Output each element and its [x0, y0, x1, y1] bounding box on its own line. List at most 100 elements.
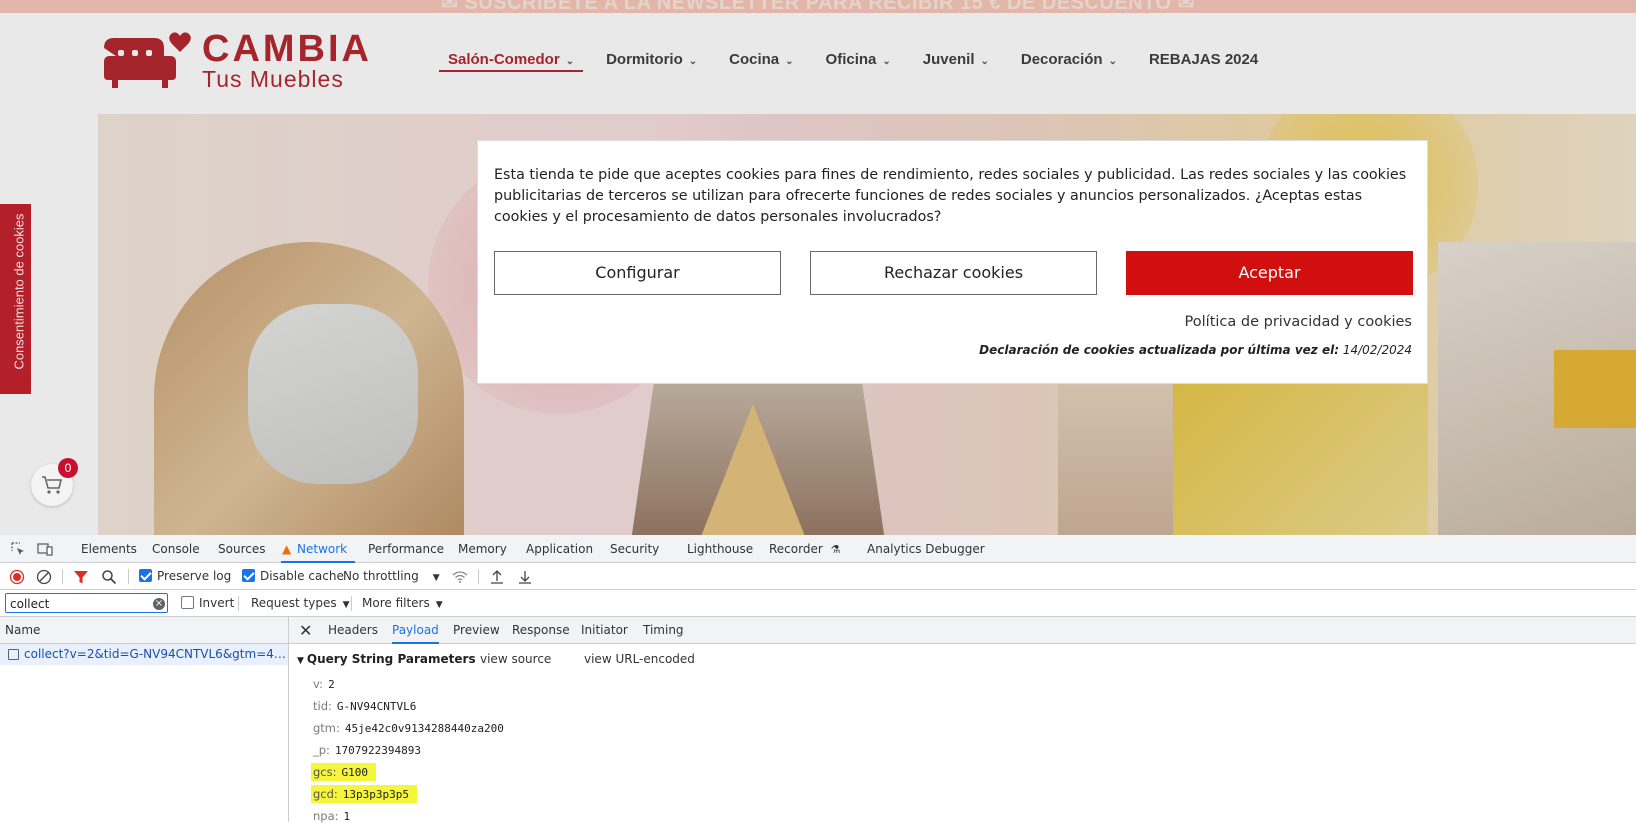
cookie-consent-modal: Esta tienda te pide que aceptes cookies …: [477, 140, 1428, 384]
toolbar-divider: [351, 596, 352, 611]
disable-cache-checkbox[interactable]: Disable cache: [242, 563, 344, 590]
param-key: tid:: [313, 699, 332, 713]
tab-payload[interactable]: Payload: [392, 617, 439, 644]
view-source-link[interactable]: view source: [480, 652, 551, 666]
network-conditions-icon[interactable]: [452, 569, 468, 585]
preserve-log-checkbox[interactable]: Preserve log: [139, 563, 231, 590]
dropdown-arrow-icon: ▼: [432, 573, 440, 583]
preserve-log-label: Preserve log: [157, 569, 232, 583]
devtools-tab-bar: Elements Console Sources ▲ Network Perfo…: [0, 535, 1636, 563]
import-har-icon[interactable]: [489, 569, 505, 585]
param-value: 2: [328, 678, 335, 691]
tab-elements[interactable]: Elements: [81, 535, 137, 563]
payload-param-p[interactable]: _p: 1707922394893: [313, 741, 421, 759]
search-icon[interactable]: [101, 569, 117, 585]
stop-recording-icon[interactable]: [9, 569, 25, 585]
payload-param-gcd[interactable]: gcd: 13p3p3p3p5: [311, 785, 418, 803]
toolbar-divider: [128, 569, 129, 584]
tab-initiator[interactable]: Initiator: [581, 617, 628, 644]
clear-filter-icon[interactable]: ×: [153, 598, 165, 610]
tab-security[interactable]: Security: [610, 535, 659, 563]
accept-cookies-button[interactable]: Aceptar: [1126, 251, 1413, 295]
tab-sources[interactable]: Sources: [218, 535, 265, 563]
tab-application[interactable]: Application: [526, 535, 593, 563]
checkbox-unchecked-icon: [181, 596, 194, 609]
view-url-encoded-link[interactable]: view URL-encoded: [584, 652, 695, 666]
filter-icon[interactable]: [73, 569, 89, 585]
inspect-element-icon[interactable]: [10, 541, 26, 557]
query-string-title: Query String Parameters: [306, 652, 476, 666]
website-viewport: ✉ SUSCRÍBETE A LA NEWSLETTER PARA RECIBI…: [0, 0, 1636, 535]
payload-param-gcs[interactable]: gcs: G100: [311, 763, 376, 781]
tab-network-label: Network: [297, 542, 348, 556]
network-filter-bar: × Invert Request types ▼ More filters ▼: [0, 590, 1636, 617]
payload-param-npa[interactable]: npa: 1: [313, 807, 350, 825]
privacy-policy-link[interactable]: Política de privacidad y cookies: [1185, 314, 1412, 330]
document-icon: [8, 649, 19, 660]
tab-headers[interactable]: Headers: [328, 617, 378, 644]
tab-timing[interactable]: Timing: [643, 617, 684, 644]
param-value: G100: [341, 766, 369, 779]
toolbar-divider: [62, 569, 63, 584]
device-toggle-icon[interactable]: [37, 541, 53, 557]
param-value: 45je42c0v9134288440za200: [344, 722, 504, 735]
tab-console[interactable]: Console: [152, 535, 200, 563]
configure-button[interactable]: Configurar: [494, 251, 781, 295]
cookie-consent-tab[interactable]: Consentimiento de cookies: [0, 204, 31, 394]
clear-icon[interactable]: [36, 569, 52, 585]
param-key: gcs:: [313, 765, 337, 779]
tab-preview[interactable]: Preview: [453, 617, 500, 644]
more-filters-dropdown[interactable]: More filters ▼: [362, 590, 443, 617]
param-key: v:: [313, 677, 324, 691]
reject-cookies-button[interactable]: Rechazar cookies: [810, 251, 1097, 295]
request-detail-panel: ✕ Headers Payload Preview Response Initi…: [289, 617, 1636, 825]
tab-memory[interactable]: Memory: [458, 535, 507, 563]
devtools-panel: Elements Console Sources ▲ Network Perfo…: [0, 535, 1636, 825]
toolbar-divider: [238, 596, 239, 611]
name-column-header[interactable]: Name: [0, 617, 288, 644]
filter-input[interactable]: [5, 593, 168, 613]
invert-label: Invert: [199, 596, 235, 610]
param-value: 1707922394893: [334, 744, 422, 757]
disable-cache-label: Disable cache: [260, 569, 344, 583]
cookie-declaration-label: Declaración de cookies actualizada por ú…: [979, 343, 1339, 357]
dropdown-arrow-icon: ▼: [435, 600, 443, 610]
request-name: collect?v=2&tid=G-NV94CNTVL6&gtm=45je42.…: [24, 647, 288, 661]
invert-checkbox[interactable]: Invert: [181, 590, 234, 617]
tab-lighthouse[interactable]: Lighthouse: [687, 535, 753, 563]
tab-recorder[interactable]: Recorder ⚗: [769, 535, 840, 563]
param-value: G-NV94CNTVL6: [336, 700, 417, 713]
flask-icon: ⚗: [830, 543, 841, 556]
request-types-dropdown[interactable]: Request types ▼: [251, 590, 350, 617]
payload-param-tid[interactable]: tid: G-NV94CNTVL6: [313, 697, 416, 715]
tab-analytics-debugger[interactable]: Analytics Debugger: [867, 535, 985, 563]
checkbox-checked-icon: [242, 569, 255, 582]
export-har-icon[interactable]: [517, 569, 533, 585]
cart-count-badge: 0: [58, 458, 78, 478]
request-types-label: Request types: [251, 596, 337, 610]
request-row[interactable]: collect?v=2&tid=G-NV94CNTVL6&gtm=45je42.…: [0, 644, 288, 665]
cookie-consent-tab-label: Consentimiento de cookies: [11, 213, 27, 370]
tab-recorder-label: Recorder: [769, 542, 823, 556]
network-toolbar: Preserve log Disable cache No throttling…: [0, 563, 1636, 590]
param-key: gtm:: [313, 721, 340, 735]
tab-network[interactable]: ▲ Network: [281, 535, 356, 563]
param-value: 1: [343, 810, 351, 823]
cookie-declaration: Declaración de cookies actualizada por ú…: [979, 343, 1412, 357]
tab-performance[interactable]: Performance: [368, 535, 444, 563]
cookie-consent-text: Esta tienda te pide que aceptes cookies …: [494, 167, 1407, 225]
cookie-declaration-date: 14/02/2024: [1342, 343, 1412, 357]
throttling-select[interactable]: No throttling ▼: [343, 563, 440, 590]
checkbox-checked-icon: [139, 569, 152, 582]
payload-param-gtm[interactable]: gtm: 45je42c0v9134288440za200: [313, 719, 504, 737]
query-string-section-toggle[interactable]: ▼ Query String Parameters: [297, 652, 476, 666]
dropdown-arrow-icon: ▼: [342, 600, 350, 610]
tab-response[interactable]: Response: [512, 617, 570, 644]
toolbar-divider: [478, 569, 479, 584]
warning-icon: ▲: [282, 542, 292, 556]
more-filters-label: More filters: [362, 596, 430, 610]
payload-param-v[interactable]: v: 2: [313, 675, 335, 693]
close-icon[interactable]: ✕: [299, 621, 312, 640]
request-list: Name collect?v=2&tid=G-NV94CNTVL6&gtm=45…: [0, 617, 289, 822]
throttling-value: No throttling: [343, 569, 419, 583]
